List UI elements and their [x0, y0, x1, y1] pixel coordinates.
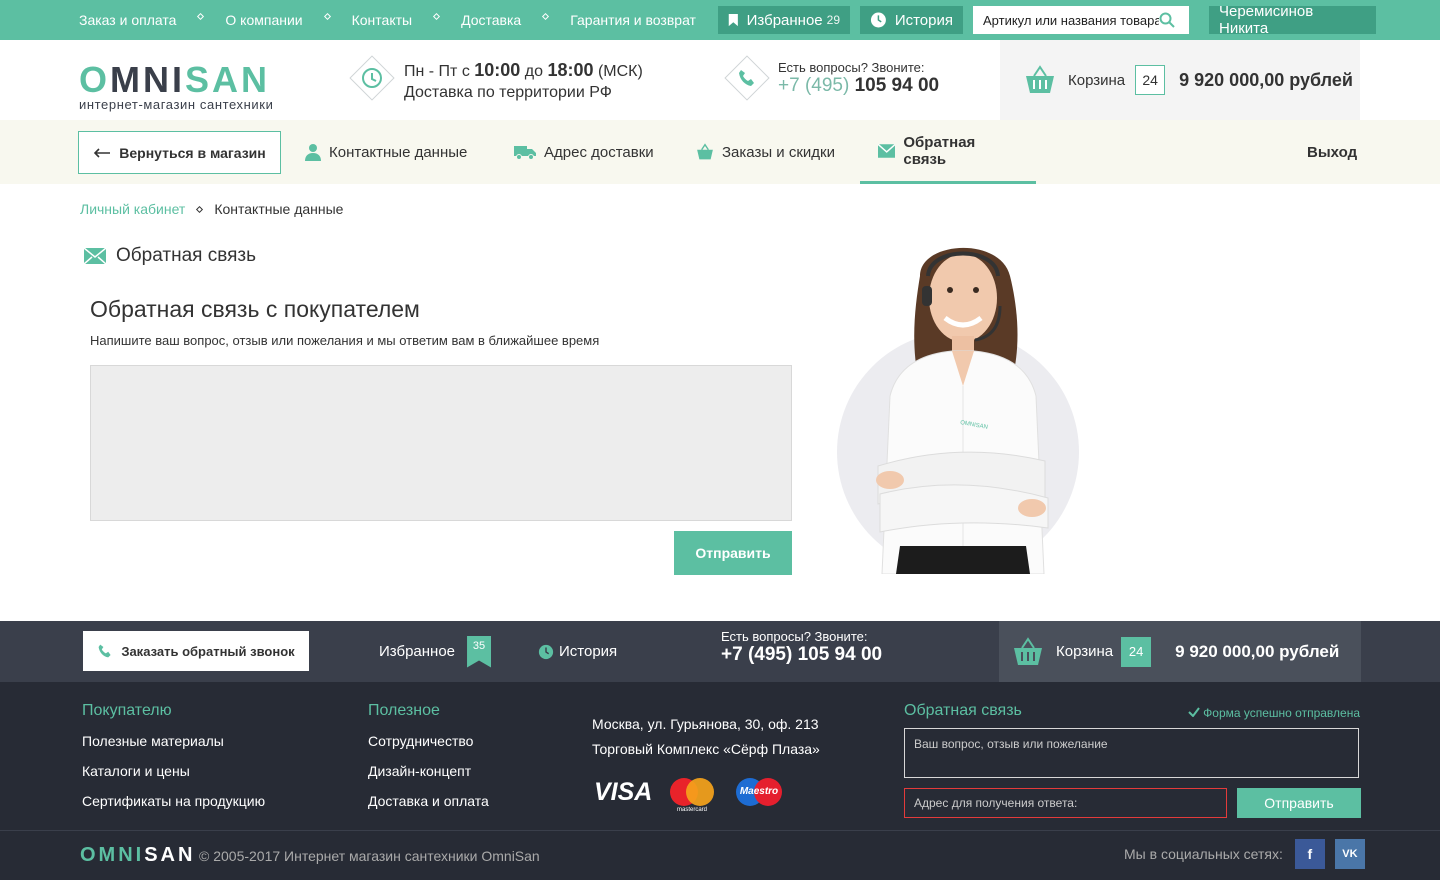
footer-favorites[interactable]: Избранное 35	[379, 621, 492, 682]
footer-logo[interactable]: OMNISAN	[80, 844, 195, 867]
history-button[interactable]: История	[860, 6, 963, 34]
nav-contacts[interactable]: Контакты	[352, 12, 412, 28]
arrow-left-icon	[94, 147, 111, 158]
cart-label: Корзина	[1068, 71, 1126, 89]
feedback-success: Форма успешно отправлена	[1188, 706, 1360, 720]
feedback-textarea[interactable]	[90, 365, 792, 521]
footer: Покупателю Полезные материалы Каталоги и…	[0, 682, 1440, 880]
nav-delivery[interactable]: Доставка	[461, 12, 521, 28]
logo-subtitle: интернет-магазин сантехники	[79, 97, 274, 112]
history-label: История	[894, 11, 953, 29]
site-logo[interactable]: OMNISAN интернет-магазин сантехники	[79, 59, 274, 113]
nav-warranty[interactable]: Гарантия и возврат	[570, 12, 696, 28]
footer-submit-button[interactable]: Отправить	[1237, 788, 1361, 818]
social-links: Мы в социальных сетях: f VK	[1124, 839, 1365, 869]
breadcrumb-current: Контактные данные	[214, 201, 344, 217]
callback-button[interactable]: Заказать обратный звонок	[83, 631, 309, 671]
footer-address: Москва, ул. Гурьянова, 30, оф. 213 Торго…	[592, 716, 820, 757]
footer-col-title: Покупателю	[82, 702, 172, 719]
footer-history[interactable]: История	[538, 621, 617, 682]
logo-wordmark: OMNISAN	[79, 59, 271, 100]
basket-icon	[1014, 636, 1042, 665]
footer-favorites-count: 35	[467, 635, 492, 668]
nav-payment[interactable]: Заказ и оплата	[79, 12, 176, 28]
nav-separator	[323, 12, 331, 20]
clock-icon	[538, 644, 554, 659]
tab-contact-data[interactable]: Контактные данные	[305, 120, 467, 184]
header-phone: Есть вопросы? Звоните: +7 (495) 105 94 0…	[778, 60, 940, 96]
footer-col-useful: Полезное Сотрудничество Дизайн-концепт Д…	[368, 702, 489, 816]
form-heading: Обратная связь с покупателем	[90, 296, 420, 322]
footer-cart-sum: 9 920 000,00 рублей	[1175, 641, 1340, 661]
favorites-count: 29	[826, 13, 840, 27]
copyright: © 2005-2017 Интернет магазин сантехники …	[199, 848, 540, 864]
header-cart[interactable]: Корзина 24 9 920 000,00 рублей	[1000, 40, 1360, 120]
basket-icon	[1026, 65, 1054, 93]
truck-icon	[514, 146, 536, 160]
footer-phone: Есть вопросы? Звоните: +7 (495) 105 94 0…	[721, 629, 883, 665]
facebook-icon[interactable]: f	[1294, 839, 1325, 869]
working-hours: Пн - Пт с 10:00 до 18:00 (МСК) Доставка …	[404, 60, 643, 101]
footer-cart-count: 24	[1121, 636, 1152, 667]
account-nav: Вернуться в магазин Контактные данные Ад…	[0, 120, 1440, 184]
footer-link[interactable]: Полезные материалы	[82, 726, 265, 756]
page-title: Обратная связь	[84, 245, 256, 267]
breadcrumb: Личный кабинет Контактные данные	[80, 201, 343, 217]
envelope-icon	[84, 248, 106, 264]
mastercard-logo: mastercard	[670, 778, 714, 814]
top-bar: Заказ и оплата О компании Контакты Доста…	[0, 0, 1440, 40]
bookmark-icon	[728, 13, 738, 27]
cart-sum: 9 920 000,00 рублей	[1179, 69, 1353, 90]
footer-col-buyer: Покупателю Полезные материалы Каталоги и…	[82, 702, 265, 816]
phone-icon	[724, 55, 770, 101]
footer-link[interactable]: Дизайн-концепт	[368, 756, 489, 786]
maestro-logo: Maestro	[736, 778, 782, 808]
vk-icon[interactable]: VK	[1334, 839, 1365, 869]
form-description: Напишите ваш вопрос, отзыв или пожелания…	[90, 333, 600, 348]
favorites-button[interactable]: Избранное 29	[718, 6, 850, 34]
search-icon[interactable]	[1159, 12, 1175, 28]
checkmark-icon	[1188, 707, 1200, 718]
footer-divider	[0, 830, 1440, 831]
nav-about[interactable]: О компании	[225, 12, 302, 28]
user-icon	[305, 144, 321, 161]
delivery-note: Доставка по территории РФ	[404, 84, 612, 101]
footer-topbar: Заказать обратный звонок Избранное 35 Ис…	[0, 621, 1440, 682]
back-to-shop-button[interactable]: Вернуться в магазин	[78, 131, 281, 174]
envelope-icon	[878, 143, 896, 158]
footer-link[interactable]: Доставка и оплата	[368, 786, 489, 816]
footer-col-title: Полезное	[368, 702, 440, 719]
breadcrumb-root[interactable]: Личный кабинет	[80, 201, 185, 217]
tab-delivery-address[interactable]: Адрес доставки	[514, 120, 654, 184]
footer-question-textarea[interactable]	[904, 728, 1359, 778]
search-input[interactable]	[983, 12, 1159, 28]
tab-feedback[interactable]: Обратная связь	[860, 120, 1036, 184]
footer-address-input[interactable]	[904, 788, 1227, 818]
cart-count: 24	[1135, 65, 1166, 95]
basket-icon	[697, 143, 713, 160]
breadcrumb-separator	[196, 205, 204, 213]
footer-link[interactable]: Сертификаты на продукцию	[82, 786, 265, 816]
logout-link[interactable]: Выход	[1307, 120, 1357, 184]
visa-logo: VISA	[594, 778, 653, 806]
footer-link[interactable]: Сотрудничество	[368, 726, 489, 756]
clock-icon	[870, 12, 886, 28]
nav-separator	[433, 12, 441, 20]
phone-icon	[98, 644, 111, 658]
nav-separator	[197, 12, 205, 20]
search-box	[973, 6, 1189, 34]
submit-button[interactable]: Отправить	[674, 531, 792, 575]
support-operator-photo: OMNISAN	[876, 247, 1049, 574]
footer-cart[interactable]: Корзина 24 9 920 000,00 рублей	[999, 621, 1361, 682]
user-menu-button[interactable]: Черемисинов Никита	[1209, 3, 1376, 37]
footer-link[interactable]: Каталоги и цены	[82, 756, 265, 786]
nav-separator	[542, 12, 550, 20]
clock-icon	[349, 55, 395, 101]
tab-orders-discounts[interactable]: Заказы и скидки	[696, 120, 835, 184]
favorites-label: Избранное	[746, 11, 823, 29]
top-nav: Заказ и оплата О компании Контакты Доста…	[79, 0, 696, 40]
footer-feedback-form: Обратная связь Форма успешно отправлена …	[904, 702, 1361, 818]
